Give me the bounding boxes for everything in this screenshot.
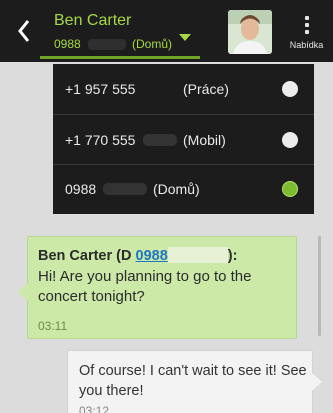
selector-underline [40, 56, 200, 59]
dropdown-option-domu[interactable]: 0988 (Domů) [53, 164, 314, 214]
sender-number-link[interactable]: 0988 [136, 248, 168, 264]
dropdown-option-prace[interactable]: +1 957 555 (Práce) [53, 64, 314, 114]
back-chevron-icon [18, 20, 30, 42]
sender-suffix: ): [227, 248, 238, 264]
menu-dots-icon [304, 16, 309, 34]
contact-name: Ben Carter [54, 12, 132, 29]
message-text: Hi! Are you planning to go to the concer… [38, 268, 252, 305]
redacted-digits [103, 183, 147, 195]
back-button[interactable] [10, 14, 38, 48]
option-radio[interactable] [282, 132, 298, 148]
contact-number: 0988 [54, 37, 81, 51]
option-radio-selected[interactable] [282, 181, 298, 197]
contact-number-label: (Domů) [132, 37, 173, 51]
option-label: (Domů) [153, 181, 200, 197]
option-label: (Práce) [183, 81, 229, 97]
option-label: (Mobil) [183, 132, 226, 148]
dropdown-option-mobil[interactable]: +1 770 555 (Mobil) [53, 115, 314, 165]
message-text: Of course! I can't wait to see it! See y… [79, 363, 307, 399]
redacted-digits [88, 39, 126, 50]
message-sender: Ben Carter (D 0988): [38, 247, 237, 264]
redacted-digits [167, 247, 228, 263]
dropdown-arrow-icon [179, 34, 191, 41]
message-time: 03:12 [79, 404, 110, 413]
top-bar: Ben Carter 0988 (Domů) Nabídka [0, 0, 333, 62]
outgoing-message[interactable]: Of course! I can't wait to see it! See y… [67, 350, 322, 413]
option-number: 0988 [65, 181, 97, 197]
number-dropdown: +1 957 555 (Práce) +1 770 555 (Mobil) 09… [53, 64, 314, 214]
avatar-photo [228, 10, 272, 54]
menu-label: Nabídka [289, 40, 324, 50]
incoming-message[interactable]: Ben Carter (D 0988): Hi! Are you plannin… [18, 236, 297, 339]
contact-avatar[interactable] [228, 10, 272, 54]
sender-name: Ben Carter (D [38, 248, 132, 264]
option-radio[interactable] [282, 81, 298, 97]
option-number: +1 957 555 [65, 81, 136, 97]
option-number: +1 770 555 [65, 132, 136, 148]
contact-number-selector[interactable]: Ben Carter 0988 (Domů) [40, 6, 200, 56]
redacted-digits [143, 134, 177, 146]
message-time: 03:11 [38, 319, 68, 333]
menu-button[interactable]: Nabídka [280, 4, 333, 60]
scrollbar[interactable] [318, 236, 321, 336]
